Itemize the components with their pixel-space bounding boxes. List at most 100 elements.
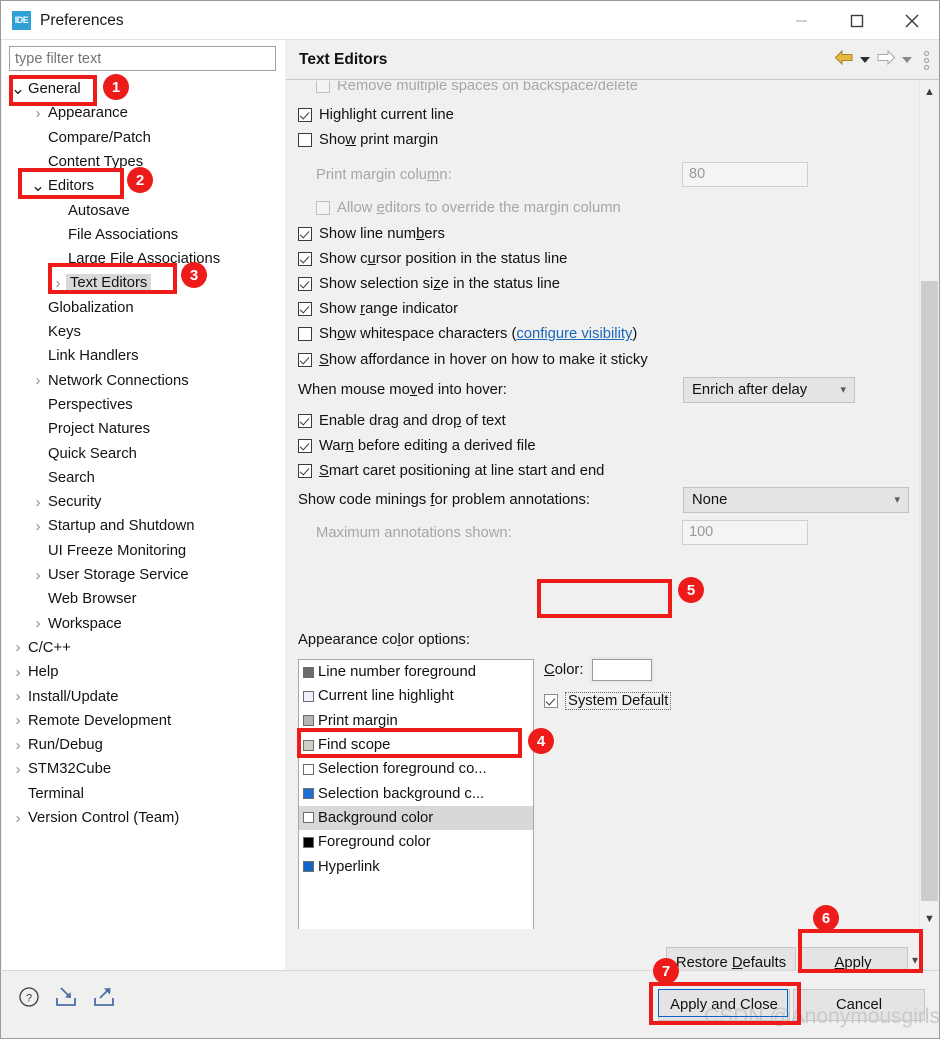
checkbox-smart-caret[interactable] [298, 463, 312, 478]
checkbox-system-default[interactable] [544, 694, 558, 708]
scroll-down-icon[interactable]: ▼ [920, 909, 939, 928]
checkbox-show-range-indicator[interactable] [298, 302, 312, 317]
chevron-right-icon[interactable]: › [10, 737, 26, 754]
chevron-down-icon[interactable]: ⌄ [10, 80, 26, 97]
checkbox-highlight-current-line[interactable] [298, 107, 312, 122]
option-show-line-numbers[interactable]: Show line numbers [286, 221, 920, 246]
close-icon[interactable] [884, 1, 939, 40]
color-option-hyperlink[interactable]: Hyperlink [299, 854, 533, 878]
option-allow-editors-override[interactable]: Allow editors to override the margin col… [286, 195, 621, 220]
sidebar-item-autosave[interactable]: Autosave [2, 198, 285, 222]
sidebar-item-security[interactable]: › Security [2, 490, 285, 514]
checkbox-show-selection-size[interactable] [298, 276, 312, 291]
sidebar-item-file-associations[interactable]: File Associations [2, 223, 285, 247]
sidebar-item-web-browser[interactable]: Web Browser [2, 587, 285, 611]
sidebar-item-text-editors[interactable]: › Text Editors [2, 271, 285, 295]
chevron-right-icon[interactable]: › [30, 615, 46, 632]
color-option-find-scope[interactable]: Find scope [299, 733, 533, 757]
sidebar-item-terminal[interactable]: Terminal [2, 782, 285, 806]
chevron-right-icon[interactable]: › [50, 275, 66, 292]
chevron-right-icon[interactable]: › [30, 105, 46, 122]
checkbox-show-whitespace-characters[interactable] [298, 327, 312, 342]
sidebar-item-keys[interactable]: Keys [2, 320, 285, 344]
sidebar-item-workspace[interactable]: › Workspace [2, 612, 285, 636]
checkbox-show-cursor-position[interactable] [298, 251, 312, 266]
max-annotations-input[interactable]: 100 [682, 520, 808, 545]
color-option-selection-background-c[interactable]: Selection background c... [299, 781, 533, 805]
option-enable-drag-drop[interactable]: Enable drag and drop of text [286, 408, 920, 433]
chevron-right-icon[interactable]: › [10, 639, 26, 656]
sidebar-item-quick-search[interactable]: Quick Search [2, 441, 285, 465]
sidebar-item-link-handlers[interactable]: Link Handlers [2, 344, 285, 368]
sidebar-item-network-connections[interactable]: › Network Connections [2, 369, 285, 393]
color-option-line-number-foreground[interactable]: Line number foreground [299, 660, 533, 684]
checkbox-show-affordance-hover[interactable] [298, 352, 312, 367]
back-dropdown-icon[interactable] [860, 57, 870, 63]
color-option-foreground-color[interactable]: Foreground color [299, 830, 533, 854]
checkbox-show-print-margin[interactable] [298, 132, 312, 147]
scrollbar-thumb[interactable] [921, 281, 938, 901]
chevron-right-icon[interactable]: › [10, 688, 26, 705]
option-highlight-current-line[interactable]: Highlight current line [286, 102, 920, 127]
sidebar-item-project-natures[interactable]: Project Natures [2, 417, 285, 441]
option-show-print-margin[interactable]: Show print margin [286, 127, 920, 152]
appearance-color-list[interactable]: Line number foreground Current line highl… [298, 659, 534, 929]
option-warn-derived-file[interactable]: Warn before editing a derived file [286, 433, 920, 458]
chevron-right-icon[interactable]: › [10, 664, 26, 681]
sidebar-item-remote-development[interactable]: › Remote Development [2, 709, 285, 733]
chevron-right-icon[interactable]: › [30, 372, 46, 389]
sidebar-item-large-file-associations[interactable]: Large File Associations [2, 247, 285, 271]
color-option-print-margin[interactable]: Print margin [299, 709, 533, 733]
content-scrollbar[interactable]: ▲ ▼ [919, 82, 938, 928]
sidebar-item-c-c[interactable]: › C/C++ [2, 636, 285, 660]
configure-visibility-link[interactable]: configure visibility [516, 326, 632, 342]
view-menu-icon[interactable] [924, 50, 929, 70]
forward-arrow-icon[interactable] [876, 49, 896, 70]
hover-mode-combo[interactable]: Enrich after delay ▾ [683, 376, 855, 403]
filter-input[interactable] [9, 46, 276, 71]
sidebar-item-general[interactable]: ⌄ General [2, 77, 285, 101]
code-minings-combo[interactable]: None ▾ [683, 486, 909, 513]
color-option-background-color[interactable]: Background color [299, 805, 533, 831]
scroll-up-icon[interactable]: ▲ [920, 82, 939, 101]
option-show-cursor-position[interactable]: Show cursor position in the status line [286, 246, 920, 271]
sidebar-item-startup-and-shutdown[interactable]: › Startup and Shutdown [2, 514, 285, 538]
sidebar-item-search[interactable]: Search [2, 466, 285, 490]
sidebar-item-compare-patch[interactable]: Compare/Patch [2, 126, 285, 150]
sidebar-item-globalization[interactable]: Globalization [2, 296, 285, 320]
option-show-range-indicator[interactable]: Show range indicator [286, 297, 920, 322]
sidebar-item-stm32cube[interactable]: › STM32Cube [2, 757, 285, 781]
chevron-right-icon[interactable]: › [10, 712, 26, 729]
import-icon[interactable] [54, 986, 78, 1013]
chevron-down-icon[interactable]: ⌄ [30, 177, 46, 194]
sidebar-item-help[interactable]: › Help [2, 660, 285, 684]
print-margin-column-input[interactable]: 80 [682, 162, 808, 187]
buttons-overflow-icon[interactable]: ▾ [912, 953, 918, 967]
checkbox-allow-editors-override[interactable] [316, 200, 330, 215]
checkbox-show-line-numbers[interactable] [298, 226, 312, 241]
chevron-right-icon[interactable]: › [10, 810, 26, 827]
option-show-whitespace-characters[interactable]: Show whitespace characters (configure vi… [286, 322, 920, 347]
checkbox-warn-derived-file[interactable] [298, 438, 312, 453]
sidebar-item-appearance[interactable]: › Appearance [2, 101, 285, 125]
option-remove-multiple-spaces[interactable]: Remove multiple spaces on backspace/dele… [286, 81, 638, 98]
forward-dropdown-icon[interactable] [902, 57, 912, 63]
option-show-selection-size[interactable]: Show selection size in the status line [286, 271, 920, 296]
minimize-icon[interactable] [774, 1, 829, 40]
sidebar-item-ui-freeze-monitoring[interactable]: UI Freeze Monitoring [2, 539, 285, 563]
color-swatch-button[interactable] [590, 657, 655, 683]
option-show-affordance-hover[interactable]: Show affordance in hover on how to make … [286, 347, 920, 372]
sidebar-item-user-storage-service[interactable]: › User Storage Service [2, 563, 285, 587]
sidebar-item-run-debug[interactable]: › Run/Debug [2, 733, 285, 757]
chevron-right-icon[interactable]: › [30, 494, 46, 511]
help-icon[interactable]: ? [18, 986, 40, 1013]
system-default-row[interactable]: System Default [544, 692, 754, 710]
back-arrow-icon[interactable] [834, 49, 854, 70]
color-option-selection-foreground-co[interactable]: Selection foreground co... [299, 757, 533, 781]
chevron-right-icon[interactable]: › [30, 567, 46, 584]
sidebar-item-install-update[interactable]: › Install/Update [2, 684, 285, 708]
export-icon[interactable] [92, 986, 116, 1013]
chevron-right-icon[interactable]: › [30, 518, 46, 535]
sidebar-item-version-control-team[interactable]: › Version Control (Team) [2, 806, 285, 830]
maximize-icon[interactable] [829, 1, 884, 40]
